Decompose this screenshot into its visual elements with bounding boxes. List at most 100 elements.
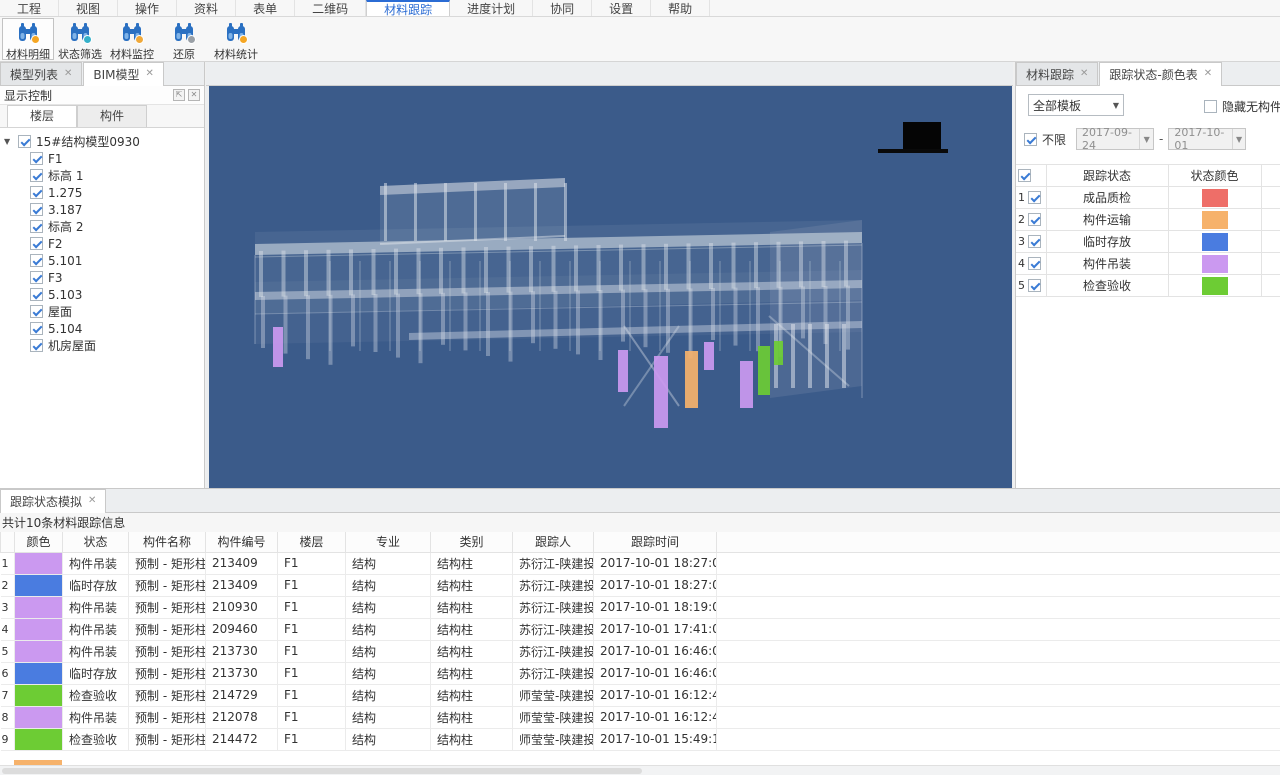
checkbox[interactable]	[30, 169, 43, 182]
row-checkbox[interactable]	[1028, 213, 1041, 226]
tool-button[interactable]: 材料统计	[210, 18, 262, 60]
col-header-status[interactable]: 状态	[63, 532, 129, 552]
tool-button[interactable]: 还原	[158, 18, 210, 60]
tracking-row[interactable]: 9 检查验收 预制 - 矩形柱 :... 214472 F1 结构 结构柱 师莹…	[1, 728, 1280, 750]
status-highlight-column[interactable]	[685, 351, 698, 408]
col-header-time[interactable]: 跟踪时间	[594, 532, 717, 552]
checkbox[interactable]	[30, 271, 43, 284]
date-to-picker[interactable]: 2017-10-01 ▼	[1168, 128, 1246, 150]
close-panel-icon[interactable]: ✕	[188, 89, 200, 101]
col-header-tracker[interactable]: 跟踪人	[513, 532, 594, 552]
tracking-row[interactable]: 1 构件吊装 预制 - 矩形柱 :... 213409 F1 结构 结构柱 苏衍…	[1, 552, 1280, 574]
checkbox[interactable]	[30, 203, 43, 216]
status-color-row[interactable]: 1 成品质检	[1016, 187, 1280, 209]
menu-item[interactable]: 设置	[592, 0, 651, 16]
status-highlight-column[interactable]	[618, 350, 628, 392]
col-header-major[interactable]: 专业	[346, 532, 431, 552]
tree-item[interactable]: 屋面	[4, 303, 204, 320]
row-checkbox[interactable]	[1028, 191, 1041, 204]
checkbox[interactable]	[30, 339, 43, 352]
col-header-color[interactable]: 颜色	[15, 532, 63, 552]
bim-3d-canvas[interactable]	[209, 86, 1012, 488]
panel-tab[interactable]: BIM模型 ✕	[83, 62, 164, 85]
menu-item[interactable]: 材料跟踪	[366, 0, 450, 16]
status-highlight-column[interactable]	[654, 356, 668, 428]
tracking-row[interactable]: 4 构件吊装 预制 - 矩形柱 :... 209460 F1 结构 结构柱 苏衍…	[1, 618, 1280, 640]
tree-item[interactable]: 5.104	[4, 320, 204, 337]
select-all-checkbox[interactable]	[1018, 169, 1031, 182]
checkbox[interactable]	[1204, 100, 1217, 113]
status-highlight-column[interactable]	[758, 346, 770, 395]
template-select[interactable]: 全部模板 ▼	[1028, 94, 1124, 116]
checkbox[interactable]	[30, 322, 43, 335]
tracking-row[interactable]: 7 检查验收 预制 - 矩形柱 :... 214729 F1 结构 结构柱 师莹…	[1, 684, 1280, 706]
menu-item[interactable]: 资料	[177, 0, 236, 16]
tree-item[interactable]: 1.275	[4, 184, 204, 201]
float-panel-icon[interactable]: ⇱	[173, 89, 185, 101]
tool-button[interactable]: 材料监控	[106, 18, 158, 60]
tool-button[interactable]: 材料明细	[2, 18, 54, 60]
panel-tab[interactable]: 跟踪状态-颜色表 ✕	[1099, 62, 1222, 85]
status-highlight-column[interactable]	[740, 361, 753, 408]
status-highlight-column[interactable]	[774, 341, 783, 365]
col-header-name[interactable]: 构件名称	[129, 532, 206, 552]
menu-item[interactable]: 工程	[0, 0, 59, 16]
tree-item[interactable]: 机房屋面	[4, 337, 204, 354]
hide-empty-option[interactable]: 隐藏无构件的跟	[1204, 98, 1280, 115]
status-highlight-column[interactable]	[704, 342, 714, 370]
view-cube-icon[interactable]	[878, 122, 948, 153]
tree-root-item[interactable]: ▼ 15#结构模型0930	[4, 133, 204, 150]
tracking-row[interactable]: 2 临时存放 预制 - 矩形柱 :... 213409 F1 结构 结构柱 苏衍…	[1, 574, 1280, 596]
status-color-row[interactable]: 2 构件运输	[1016, 209, 1280, 231]
close-icon[interactable]: ✕	[1204, 69, 1212, 79]
status-color-row[interactable]: 3 临时存放	[1016, 231, 1280, 253]
close-icon[interactable]: ✕	[1080, 69, 1088, 79]
row-checkbox[interactable]	[1028, 279, 1041, 292]
tree-item[interactable]: F2	[4, 235, 204, 252]
tree-item[interactable]: F3	[4, 269, 204, 286]
tracking-row[interactable]: 8 构件吊装 预制 - 矩形柱 :... 212078 F1 结构 结构柱 师莹…	[1, 706, 1280, 728]
menu-item[interactable]: 操作	[118, 0, 177, 16]
checkbox[interactable]	[30, 186, 43, 199]
checkbox[interactable]	[30, 237, 43, 250]
close-icon[interactable]: ✕	[64, 69, 72, 79]
status-color-row[interactable]: 4 构件吊装	[1016, 253, 1280, 275]
menu-item[interactable]: 帮助	[651, 0, 710, 16]
checkbox[interactable]	[30, 152, 43, 165]
checkbox[interactable]	[30, 288, 43, 301]
menu-item[interactable]: 协同	[533, 0, 592, 16]
tree-item[interactable]: F1	[4, 150, 204, 167]
checkbox[interactable]	[30, 220, 43, 233]
panel-tab[interactable]: 跟踪状态模拟 ✕	[0, 489, 106, 512]
close-icon[interactable]: ✕	[88, 496, 96, 506]
menu-item[interactable]: 进度计划	[450, 0, 533, 16]
tree-item[interactable]: 5.103	[4, 286, 204, 303]
status-highlight-column[interactable]	[273, 327, 283, 367]
date-from-picker[interactable]: 2017-09-24 ▼	[1076, 128, 1154, 150]
tracking-row[interactable]: 6 临时存放 预制 - 矩形柱 :... 213730 F1 结构 结构柱 苏衍…	[1, 662, 1280, 684]
row-checkbox[interactable]	[1028, 257, 1041, 270]
col-header-category[interactable]: 类别	[431, 532, 513, 552]
col-header-floor[interactable]: 楼层	[278, 532, 346, 552]
checkbox[interactable]	[30, 254, 43, 267]
tool-button[interactable]: 状态筛选	[54, 18, 106, 60]
subtab[interactable]: 构件	[77, 105, 147, 127]
horizontal-scrollbar[interactable]	[0, 765, 1280, 775]
status-color-row[interactable]: 5 检查验收	[1016, 275, 1280, 297]
col-header-code[interactable]: 构件编号	[206, 532, 278, 552]
panel-tab[interactable]: 模型列表 ✕	[0, 62, 82, 85]
row-checkbox[interactable]	[1028, 235, 1041, 248]
subtab[interactable]: 楼层	[7, 105, 77, 127]
scrollbar-thumb[interactable]	[2, 768, 642, 774]
status-column-header[interactable]: 跟踪状态	[1046, 165, 1168, 187]
panel-tab[interactable]: 材料跟踪 ✕	[1016, 62, 1098, 85]
tree-item[interactable]: 3.187	[4, 201, 204, 218]
checkbox[interactable]	[18, 135, 31, 148]
chevron-down-icon[interactable]: ▼	[4, 137, 13, 146]
close-icon[interactable]: ✕	[146, 69, 154, 79]
tracking-row[interactable]: 5 构件吊装 预制 - 矩形柱 :... 213730 F1 结构 结构柱 苏衍…	[1, 640, 1280, 662]
checkbox[interactable]	[30, 305, 43, 318]
color-column-header[interactable]: 状态颜色	[1168, 165, 1261, 187]
menu-item[interactable]: 二维码	[295, 0, 366, 16]
tracking-row[interactable]: 3 构件吊装 预制 - 矩形柱 :... 210930 F1 结构 结构柱 苏衍…	[1, 596, 1280, 618]
